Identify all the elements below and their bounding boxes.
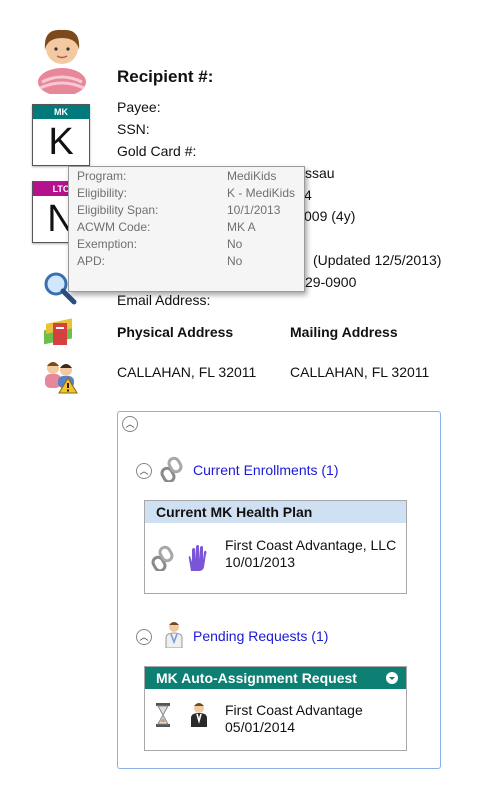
county-partial: ssau: [305, 165, 335, 181]
tooltip-key: ACWM Code:: [77, 220, 151, 234]
phone-partial: 29-0900: [305, 274, 357, 290]
tooltip-row: Eligibility: K - MediKids: [77, 186, 299, 203]
auto-assignment-request-title: MK Auto-Assignment Request: [145, 667, 406, 689]
chain-link-icon: [151, 545, 175, 573]
gold-card-label: Gold Card #:: [117, 143, 197, 159]
physical-address-label: Physical Address: [117, 324, 234, 340]
hourglass-icon: [155, 703, 171, 727]
panel-collapse-button[interactable]: ︿: [122, 416, 138, 432]
current-enrollments-link[interactable]: Current Enrollments (1): [193, 462, 339, 478]
tooltip-value: No: [227, 254, 243, 268]
avatar: [33, 24, 91, 96]
current-plan-date: 10/01/2013: [225, 554, 296, 570]
tooltip-value: MediKids: [227, 169, 277, 183]
mk-badge-letter: K: [48, 121, 74, 163]
current-health-plan-title: Current MK Health Plan: [145, 501, 406, 523]
tooltip-value: No: [227, 237, 243, 251]
tooltip-row: Exemption: No: [77, 237, 299, 254]
auto-assignment-request-title-text: MK Auto-Assignment Request: [156, 670, 357, 686]
mk-badge-code: MK: [33, 105, 89, 119]
ssn-label: SSN:: [117, 121, 150, 137]
enrollment-panel: ︿ ︿ Current Enrollments (1) Current MK H…: [117, 411, 441, 769]
tooltip-row: Eligibility Span: 10/1/2013: [77, 203, 299, 220]
tooltip-value: K - MediKids: [227, 186, 296, 200]
tooltip-key: Eligibility Span:: [77, 203, 159, 217]
tooltip-row: APD: No: [77, 254, 299, 271]
current-enrollments-collapse-button[interactable]: ︿: [136, 463, 152, 479]
doctor-icon: [189, 701, 209, 727]
tooltip-row: ACWM Code: MK A: [77, 220, 299, 237]
pending-plan-date: 05/01/2014: [225, 719, 296, 735]
mailing-address-city: CALLAHAN, FL 32011: [290, 364, 430, 380]
field-partial: 4: [304, 187, 312, 203]
tooltip-value: 10/1/2013: [227, 203, 281, 217]
tooltip-key: Exemption:: [77, 237, 138, 251]
payee-label: Payee:: [117, 99, 161, 115]
pending-requests-collapse-button[interactable]: ︿: [136, 629, 152, 645]
pending-plan-name: First Coast Advantage: [225, 702, 363, 718]
chevron-down-icon[interactable]: [386, 672, 398, 684]
physical-address-city: CALLAHAN, FL 32011: [117, 364, 257, 380]
program-tooltip: Program: MediKids Eligibility: K - MediK…: [68, 166, 305, 292]
email-label: Email Address:: [117, 292, 211, 308]
tooltip-key: Program:: [77, 169, 127, 183]
recipient-label: Recipient #:: [117, 67, 214, 86]
pending-requests-link[interactable]: Pending Requests (1): [193, 628, 328, 644]
auto-assignment-request-card[interactable]: MK Auto-Assignment Request First Coast A…: [144, 666, 407, 751]
chain-link-icon: [160, 456, 184, 484]
tooltip-row: Program: MediKids: [77, 169, 299, 186]
mk-program-badge[interactable]: MK K: [32, 104, 90, 166]
tooltip-key: Eligibility:: [77, 186, 128, 200]
dob-partial: 009 (4y): [304, 208, 356, 224]
hand-icon: [185, 545, 209, 571]
doctor-icon: [164, 620, 184, 649]
tooltip-key: APD:: [77, 254, 106, 268]
address-icon: [41, 317, 77, 349]
current-plan-name: First Coast Advantage, LLC: [225, 537, 397, 553]
current-health-plan-card[interactable]: Current MK Health Plan First Coast Advan…: [144, 500, 407, 594]
mailing-address-label: Mailing Address: [290, 324, 398, 340]
people-warning-icon: [42, 360, 78, 394]
tooltip-value: MK A: [227, 220, 256, 234]
updated-partial: (Updated 12/5/2013): [313, 252, 442, 268]
